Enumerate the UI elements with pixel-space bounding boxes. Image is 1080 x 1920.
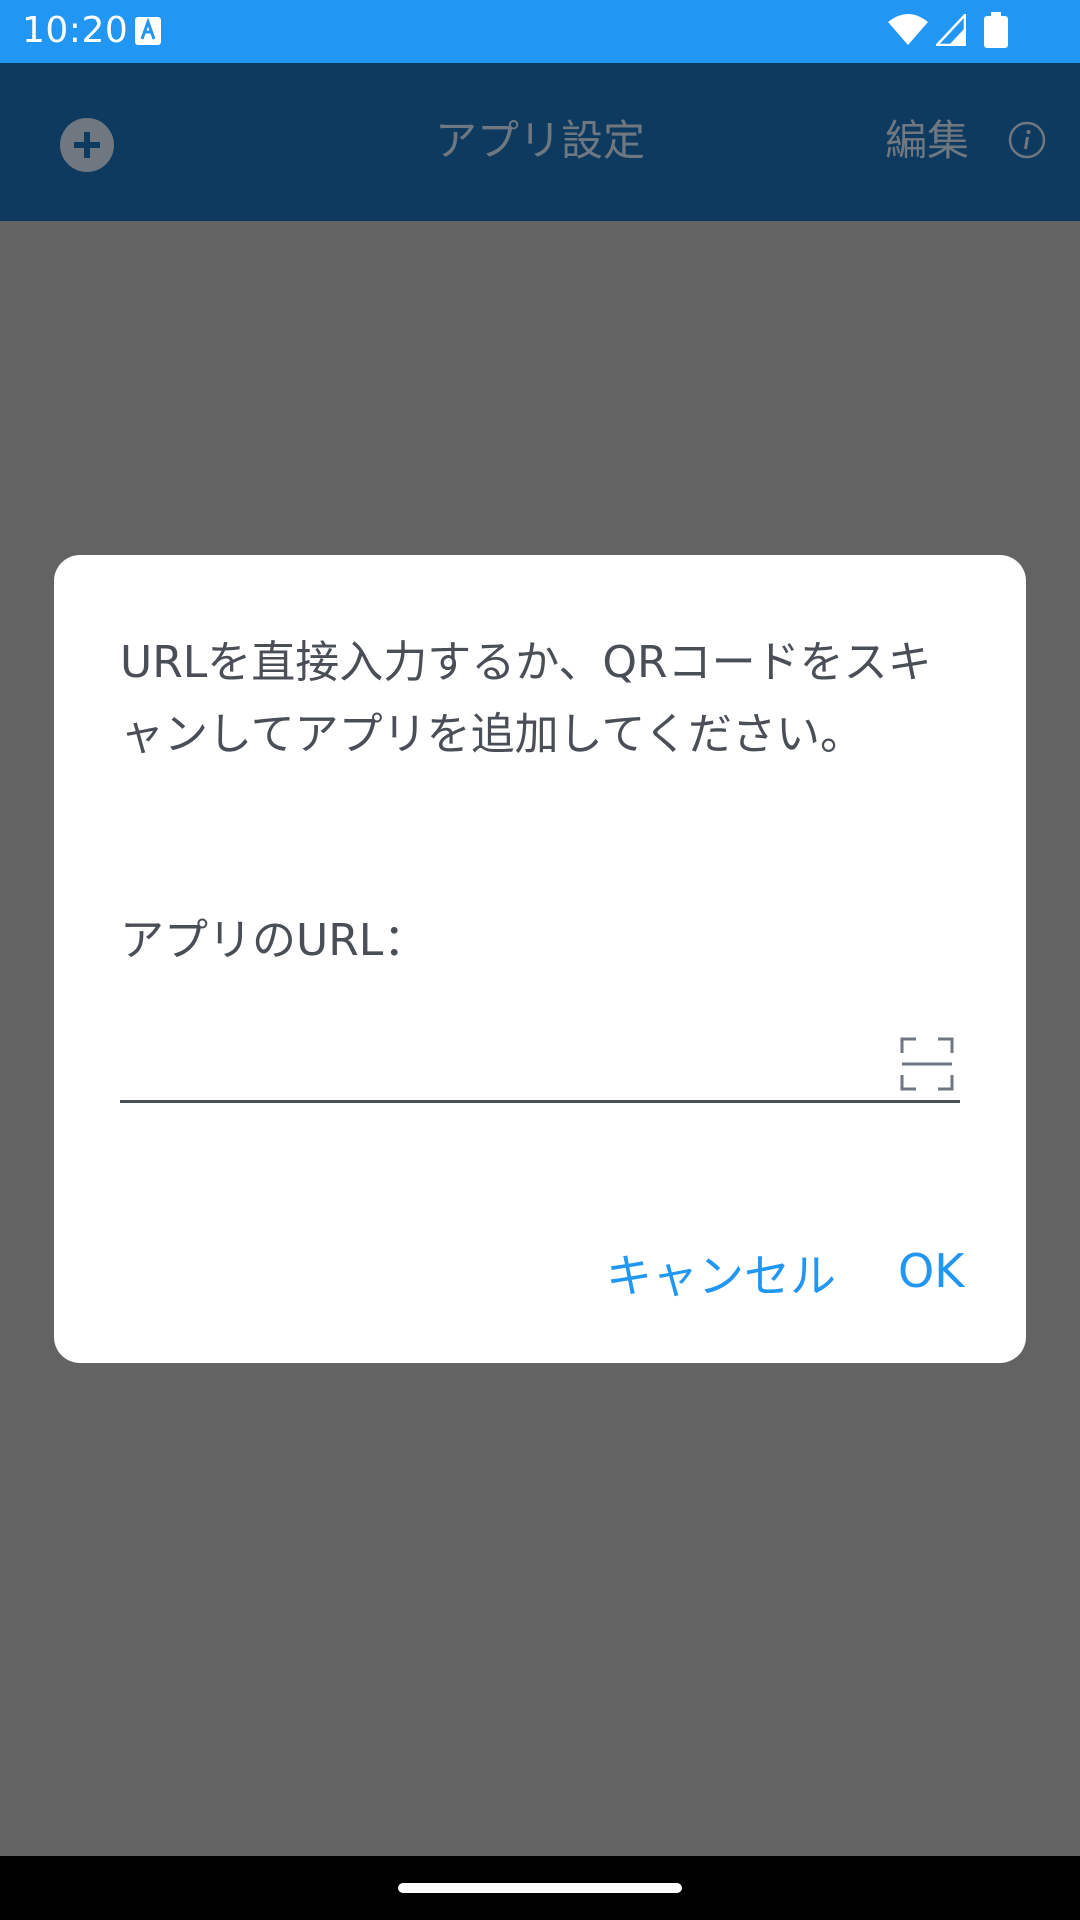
status-time: 10:20	[22, 10, 129, 51]
home-handle[interactable]	[398, 1883, 682, 1893]
navigation-bar	[0, 1856, 1080, 1920]
dialog-message: URLを直接入力するか、QRコードをスキャンしてアプリを追加してください。	[120, 637, 932, 760]
page-title: アプリ設定	[434, 116, 645, 165]
signal-icon	[936, 14, 966, 46]
battery-icon	[984, 12, 1008, 48]
url-input-underline	[120, 1100, 960, 1103]
wifi-icon	[888, 14, 928, 45]
status-bar: 10:20	[0, 0, 1080, 63]
text-a-icon	[135, 17, 161, 45]
url-input[interactable]	[120, 1025, 880, 1085]
app-bar: アプリ設定 編集	[0, 63, 1080, 221]
add-app-dialog: URLを直接入力するか、QRコードをスキャンしてアプリを追加してください。 アプ…	[54, 555, 1026, 1363]
edit-button[interactable]: 編集	[885, 113, 969, 169]
ok-button[interactable]: OK	[898, 1240, 964, 1302]
info-icon[interactable]	[1008, 121, 1046, 159]
cancel-button[interactable]: キャンセル	[606, 1245, 836, 1307]
url-label: アプリのURL：	[120, 915, 428, 966]
add-icon[interactable]	[60, 118, 114, 172]
qr-scan-icon[interactable]	[900, 1037, 954, 1091]
